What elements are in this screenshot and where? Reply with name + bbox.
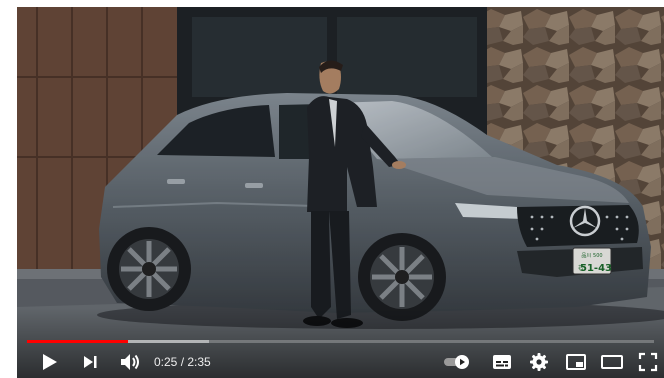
play-button[interactable] bbox=[37, 350, 61, 374]
time-separator: / bbox=[177, 355, 188, 369]
fullscreen-button[interactable] bbox=[637, 350, 659, 374]
next-icon bbox=[84, 356, 97, 368]
miniplayer-icon bbox=[566, 354, 586, 370]
time-display: 0:25 / 2:35 bbox=[154, 355, 211, 369]
volume-icon bbox=[121, 354, 139, 370]
subtitles-icon bbox=[493, 355, 511, 369]
progress-played bbox=[27, 340, 128, 343]
next-button[interactable] bbox=[79, 350, 101, 374]
settings-button[interactable] bbox=[528, 350, 550, 374]
miniplayer-button[interactable] bbox=[565, 350, 587, 374]
current-time: 0:25 bbox=[154, 355, 178, 369]
play-icon bbox=[43, 354, 57, 370]
autoplay-toggle[interactable] bbox=[443, 350, 471, 374]
duration: 2:35 bbox=[187, 355, 211, 369]
autoplay-icon bbox=[444, 355, 469, 369]
theater-icon bbox=[601, 355, 623, 369]
volume-button[interactable] bbox=[117, 350, 143, 374]
gear-icon bbox=[530, 353, 548, 371]
video-player[interactable]: 品川 500 む 51-43 0:25 / 2:35 bbox=[17, 7, 664, 378]
theater-button[interactable] bbox=[601, 350, 623, 374]
subtitles-button[interactable] bbox=[491, 350, 513, 374]
progress-bar[interactable] bbox=[27, 340, 654, 343]
fullscreen-icon bbox=[638, 352, 658, 372]
